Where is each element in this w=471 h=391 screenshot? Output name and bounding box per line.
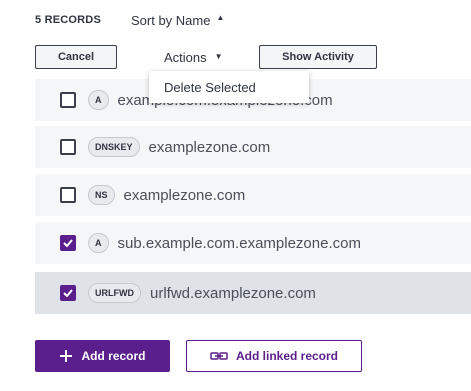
record-checkbox[interactable] xyxy=(60,92,76,108)
add-record-label: Add record xyxy=(81,349,146,363)
record-checkbox[interactable] xyxy=(60,139,76,155)
record-type-badge: NS xyxy=(88,185,115,205)
record-row[interactable]: DNSKEY examplezone.com xyxy=(35,126,471,168)
record-type-badge: URLFWD xyxy=(88,283,141,303)
record-checkbox[interactable] xyxy=(60,187,76,203)
show-activity-button[interactable]: Show Activity xyxy=(259,45,377,69)
menu-item-delete-selected[interactable]: Delete Selected xyxy=(149,71,309,103)
sort-label: Sort by Name xyxy=(130,12,211,28)
record-type-badge: A xyxy=(88,90,109,110)
add-record-button[interactable]: Add record xyxy=(35,340,170,372)
record-checkbox[interactable] xyxy=(60,235,76,251)
link-icon xyxy=(210,352,228,360)
checkmark-icon xyxy=(63,239,73,247)
add-linked-record-button[interactable]: Add linked record xyxy=(186,340,362,372)
record-checkbox[interactable] xyxy=(60,285,76,301)
record-name: sub.example.com.examplezone.com xyxy=(117,234,361,252)
actions-menu-button[interactable]: Actions ▼ xyxy=(164,45,223,69)
record-row[interactable]: A sub.example.com.examplezone.com xyxy=(35,222,471,264)
plus-icon xyxy=(60,350,73,362)
actions-dropdown-menu: Delete Selected xyxy=(149,71,309,103)
checkmark-icon xyxy=(63,289,73,297)
record-row[interactable]: NS examplezone.com xyxy=(35,174,471,216)
list-header: 5 RECORDS Sort by Name ▲ xyxy=(35,12,471,28)
record-row[interactable]: URLFWD urlfwd.examplezone.com xyxy=(35,272,471,314)
chevron-down-icon: ▼ xyxy=(214,52,223,61)
record-name: urlfwd.examplezone.com xyxy=(150,284,316,302)
sort-by-name-control[interactable]: Sort by Name ▲ xyxy=(131,13,224,28)
record-type-badge: DNSKEY xyxy=(88,137,140,157)
record-type-badge: A xyxy=(88,233,109,253)
record-name: examplezone.com xyxy=(148,138,271,156)
cancel-button[interactable]: Cancel xyxy=(35,45,117,69)
record-count: 5 RECORDS xyxy=(35,14,101,26)
add-linked-record-label: Add linked record xyxy=(235,349,339,363)
sort-ascending-icon: ▲ xyxy=(216,13,225,22)
actions-label: Actions xyxy=(164,49,207,65)
record-name: examplezone.com xyxy=(123,186,246,204)
